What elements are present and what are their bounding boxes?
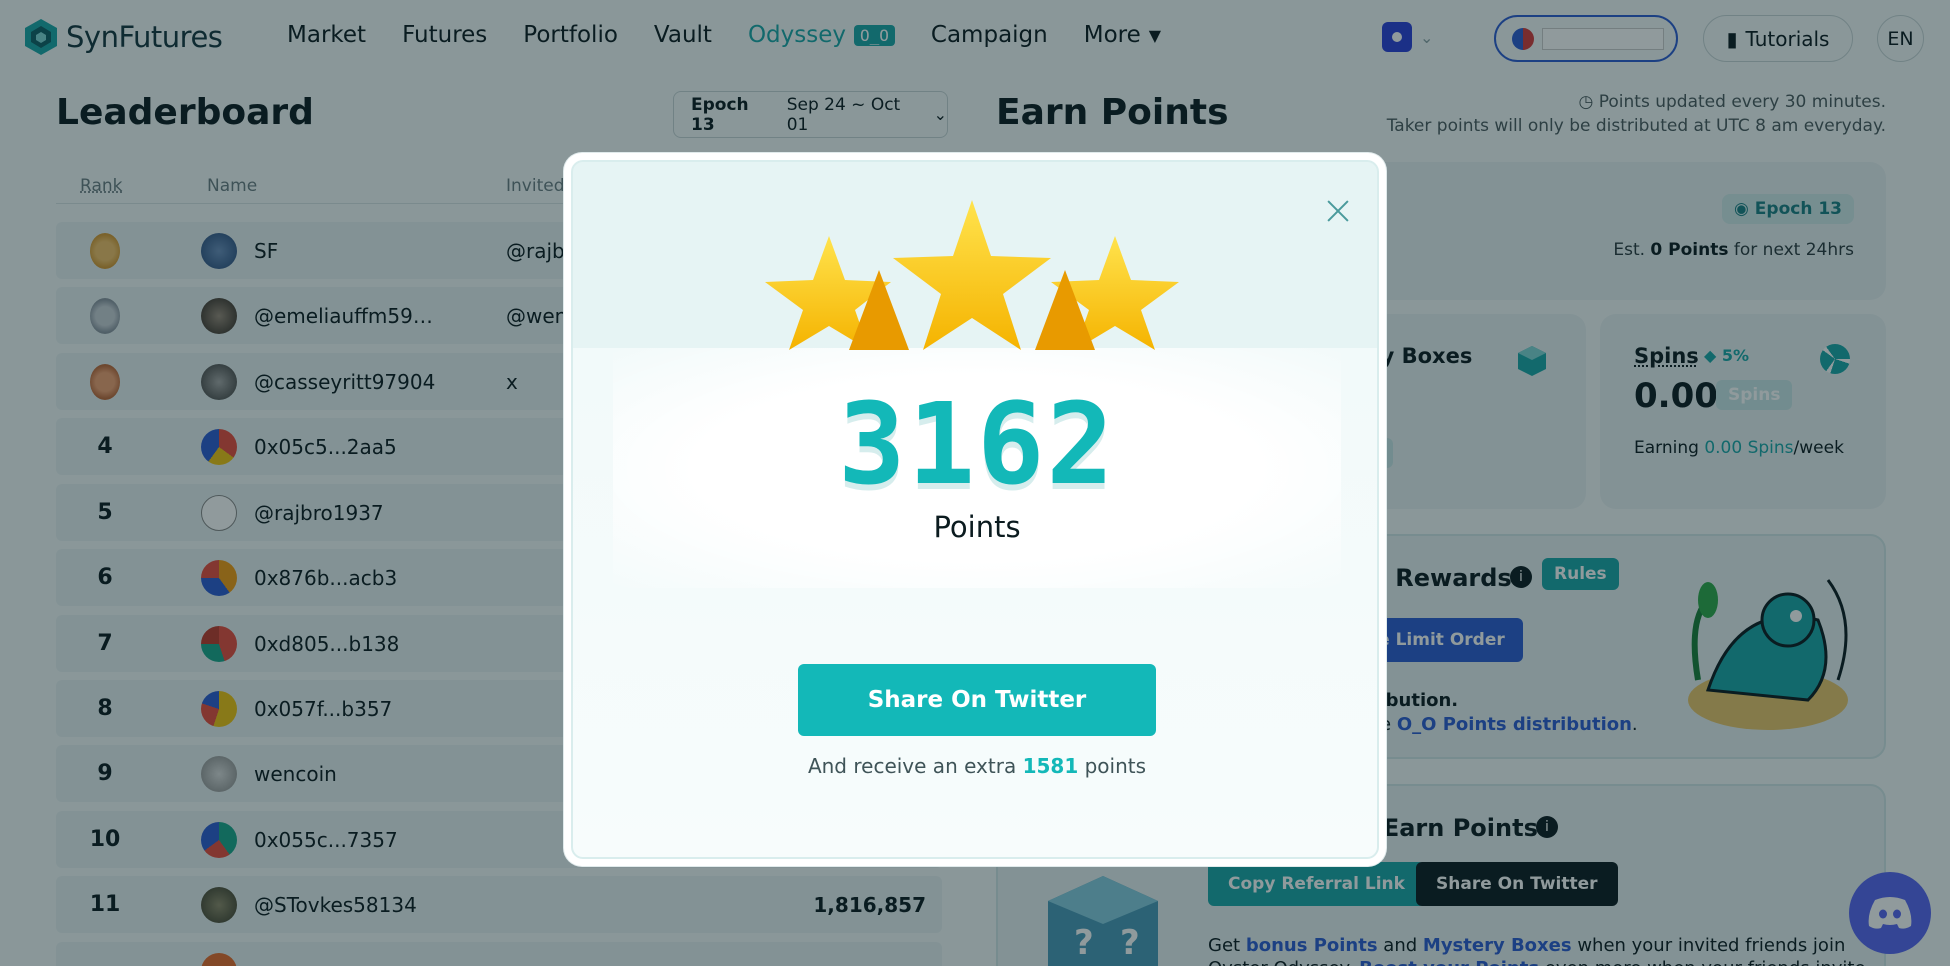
close-icon[interactable] <box>1325 198 1351 224</box>
points-label: Points <box>933 510 1021 544</box>
stars-illustration <box>765 200 1179 350</box>
points-value: 3162 <box>838 380 1116 510</box>
extra-points-text: And receive an extra 1581 points <box>573 754 1377 778</box>
extra-prefix: And receive an extra <box>807 754 1017 778</box>
points-modal-body: 3162 Points Share On Twitter And receive… <box>571 160 1379 859</box>
extra-suffix: points <box>1084 754 1147 778</box>
share-on-twitter-button[interactable]: Share On Twitter <box>798 664 1156 736</box>
points-modal: 3162 Points Share On Twitter And receive… <box>564 153 1386 866</box>
extra-points-value: 1581 <box>1022 754 1079 778</box>
